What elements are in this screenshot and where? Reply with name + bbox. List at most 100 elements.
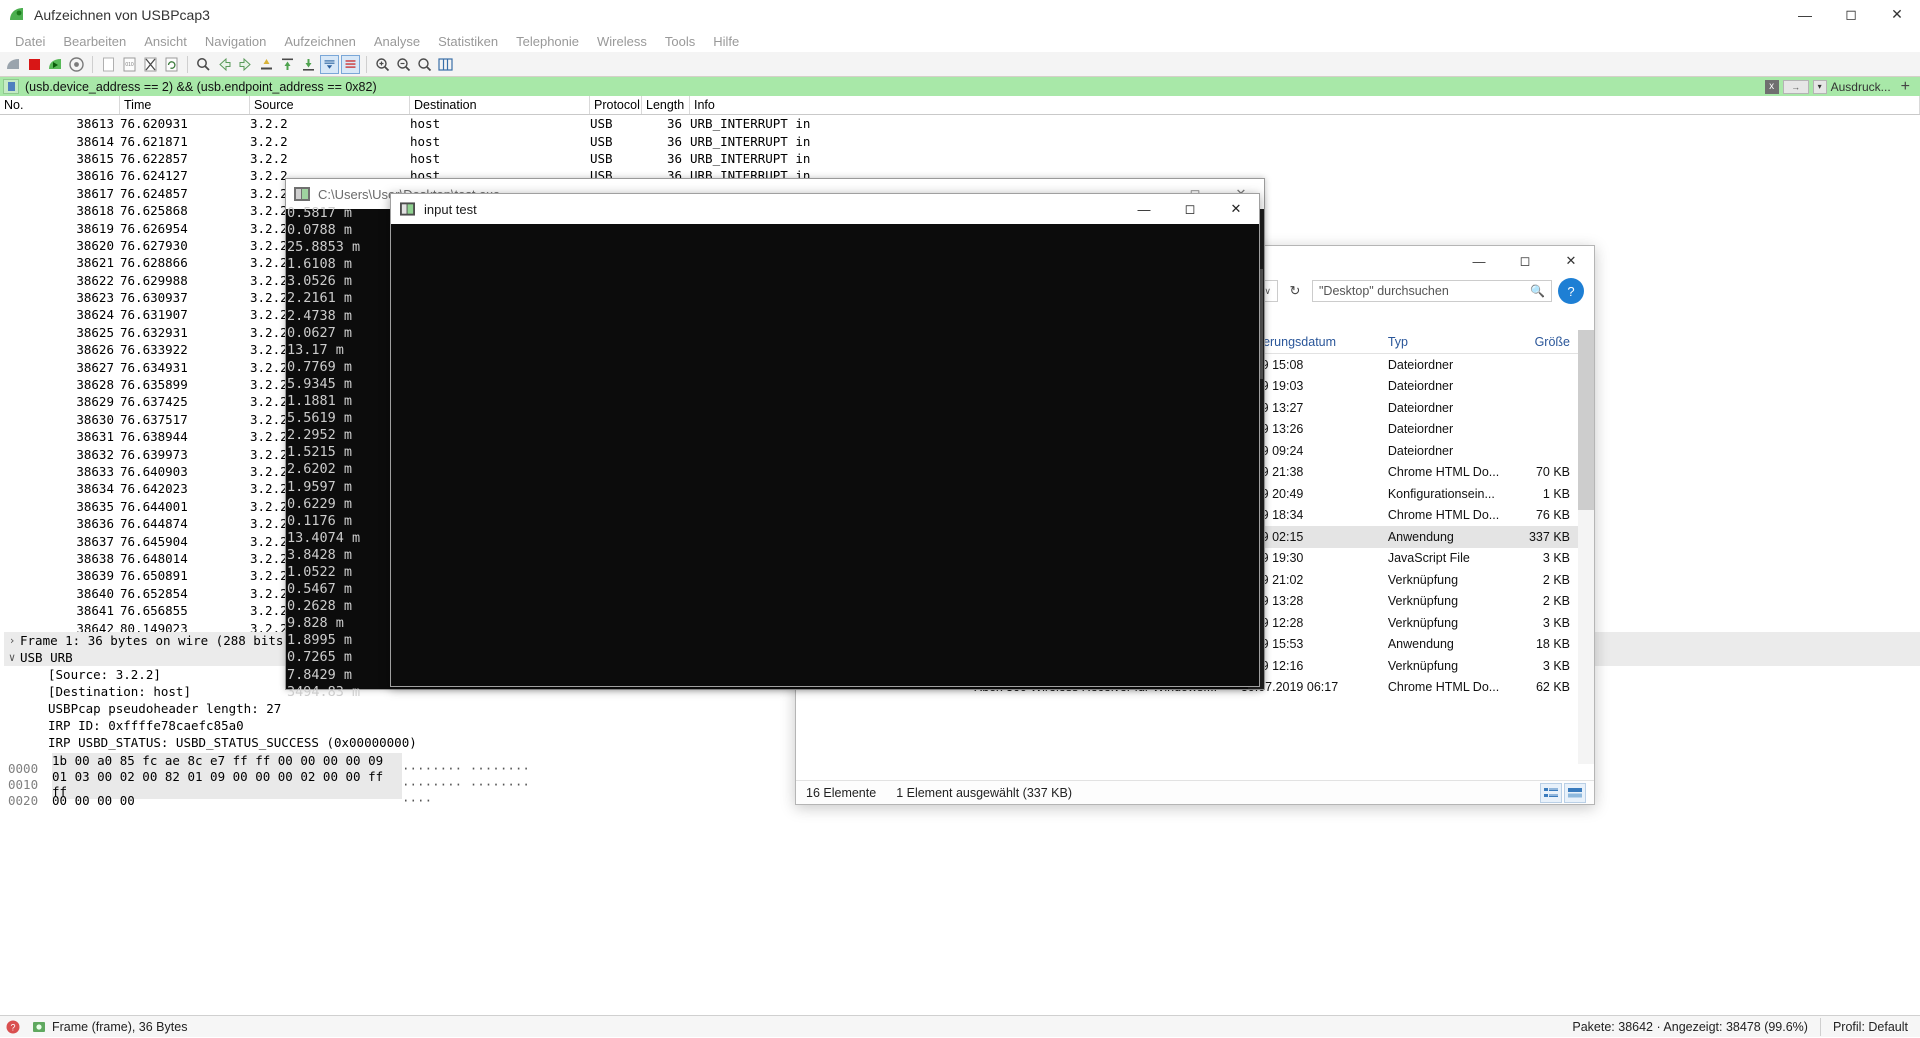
hex-ascii: ···· bbox=[402, 793, 432, 808]
maximize-button[interactable]: ◻ bbox=[1828, 0, 1874, 30]
column-header-size[interactable]: Größe bbox=[1503, 335, 1578, 349]
explorer-close-button[interactable]: ✕ bbox=[1548, 246, 1594, 276]
packet-cell-time: 76.632931 bbox=[120, 325, 250, 340]
chevron-down-icon[interactable]: ∨ bbox=[1264, 286, 1271, 297]
close-button[interactable]: ✕ bbox=[1874, 0, 1920, 30]
menu-statistiken[interactable]: Statistiken bbox=[429, 32, 507, 51]
large-icons-view-icon[interactable] bbox=[1564, 783, 1586, 803]
add-filter-button[interactable]: + bbox=[1895, 78, 1916, 96]
menu-aufzeichnen[interactable]: Aufzeichnen bbox=[275, 32, 365, 51]
console-front-minimize-button[interactable]: — bbox=[1121, 194, 1167, 224]
go-first-packet-icon[interactable] bbox=[278, 55, 297, 74]
menu-datei[interactable]: Datei bbox=[6, 32, 54, 51]
packet-cell-no: 38631 bbox=[0, 429, 120, 444]
column-header-length[interactable]: Length bbox=[642, 96, 690, 114]
close-file-icon[interactable] bbox=[141, 55, 160, 74]
display-filter-input[interactable]: (usb.device_address == 2) && (usb.endpoi… bbox=[22, 80, 1765, 94]
start-capture-icon[interactable] bbox=[4, 55, 23, 74]
refresh-icon[interactable]: ↻ bbox=[1284, 280, 1306, 302]
zoom-in-icon[interactable] bbox=[373, 55, 392, 74]
twisty-icon[interactable]: ∨ bbox=[4, 651, 20, 664]
console-line: 5.9345 m bbox=[287, 376, 407, 393]
column-header-source[interactable]: Source bbox=[250, 96, 410, 114]
console-line: 0.1176 m bbox=[287, 513, 407, 530]
explorer-scrollbar-thumb[interactable] bbox=[1578, 330, 1594, 510]
auto-scroll-icon[interactable] bbox=[320, 55, 339, 74]
column-header-type[interactable]: Typ bbox=[1380, 335, 1503, 349]
zoom-reset-icon[interactable] bbox=[415, 55, 434, 74]
open-file-icon[interactable] bbox=[99, 55, 118, 74]
capture-options-icon[interactable] bbox=[67, 55, 86, 74]
display-filter-bar[interactable]: (usb.device_address == 2) && (usb.endpoi… bbox=[0, 77, 1920, 96]
hex-ascii: ········ ········ bbox=[402, 761, 530, 776]
resize-columns-icon[interactable] bbox=[436, 55, 455, 74]
packet-row[interactable]: 3861576.6228573.2.2hostUSB36URB_INTERRUP… bbox=[0, 150, 1920, 167]
reload-file-icon[interactable] bbox=[162, 55, 181, 74]
explorer-search-placeholder: "Desktop" durchsuchen bbox=[1319, 284, 1449, 298]
packet-cell-time: 76.631907 bbox=[120, 307, 250, 322]
packet-cell-no: 38635 bbox=[0, 499, 120, 514]
minimize-button[interactable]: — bbox=[1782, 0, 1828, 30]
console-line: 1.1881 m bbox=[287, 393, 407, 410]
bookmark-icon[interactable] bbox=[3, 79, 19, 94]
menu-bearbeiten[interactable]: Bearbeiten bbox=[54, 32, 135, 51]
filter-dropdown-button[interactable]: ▾ bbox=[1813, 80, 1827, 94]
packet-cell-time: 76.624857 bbox=[120, 186, 250, 201]
explorer-scrollbar[interactable] bbox=[1578, 330, 1594, 764]
detail-label: IRP USBD_STATUS: USBD_STATUS_SUCCESS (0x… bbox=[20, 735, 417, 750]
explorer-cell-type: Dateiordner bbox=[1380, 379, 1503, 393]
packet-cell-no: 38617 bbox=[0, 186, 120, 201]
console-line: 1.9597 m bbox=[287, 479, 407, 496]
menu-ansicht[interactable]: Ansicht bbox=[135, 32, 196, 51]
packet-cell-time: 76.634931 bbox=[120, 360, 250, 375]
go-back-icon[interactable] bbox=[215, 55, 234, 74]
colorize-icon[interactable] bbox=[341, 55, 360, 74]
packet-cell-src: 3.2.2 bbox=[250, 116, 410, 131]
packet-cell-no: 38615 bbox=[0, 151, 120, 166]
go-last-packet-icon[interactable] bbox=[299, 55, 318, 74]
filter-expression-button[interactable]: Ausdruck... bbox=[1831, 80, 1891, 94]
statusbar-profile-text[interactable]: Profil: Default bbox=[1821, 1020, 1920, 1034]
packet-cell-no: 38618 bbox=[0, 203, 120, 218]
search-icon[interactable]: 🔍 bbox=[1530, 284, 1545, 298]
packet-cell-no: 38621 bbox=[0, 255, 120, 270]
packet-cell-time: 76.650891 bbox=[120, 568, 250, 583]
restart-capture-icon[interactable] bbox=[46, 55, 65, 74]
find-packet-icon[interactable] bbox=[194, 55, 213, 74]
packet-cell-len: 36 bbox=[642, 134, 690, 149]
explorer-minimize-button[interactable]: — bbox=[1456, 246, 1502, 276]
menu-navigation[interactable]: Navigation bbox=[196, 32, 275, 51]
wireshark-logo-icon bbox=[8, 6, 26, 24]
clear-filter-button[interactable]: x bbox=[1765, 80, 1779, 94]
menu-wireless[interactable]: Wireless bbox=[588, 32, 656, 51]
column-header-info[interactable]: Info bbox=[690, 96, 1920, 114]
twisty-icon[interactable]: › bbox=[4, 634, 20, 647]
capture-file-icon[interactable] bbox=[31, 1019, 47, 1035]
save-file-icon[interactable]: 010 bbox=[120, 55, 139, 74]
hex-bytes: 00 00 00 00 bbox=[52, 793, 402, 808]
column-header-destination[interactable]: Destination bbox=[410, 96, 590, 114]
explorer-cell-size: 3 KB bbox=[1503, 659, 1578, 673]
stop-capture-icon[interactable] bbox=[25, 55, 44, 74]
column-header-time[interactable]: Time bbox=[120, 96, 250, 114]
help-icon[interactable]: ? bbox=[5, 1019, 21, 1035]
console-front-maximize-button[interactable]: ◻ bbox=[1167, 194, 1213, 224]
menu-analyse[interactable]: Analyse bbox=[365, 32, 429, 51]
go-to-packet-icon[interactable] bbox=[257, 55, 276, 74]
details-view-icon[interactable] bbox=[1540, 783, 1562, 803]
packet-row[interactable]: 3861476.6218713.2.2hostUSB36URB_INTERRUP… bbox=[0, 132, 1920, 149]
explorer-search-input[interactable]: "Desktop" durchsuchen 🔍 bbox=[1312, 280, 1552, 302]
console-front-close-button[interactable]: ✕ bbox=[1213, 194, 1259, 224]
zoom-out-icon[interactable] bbox=[394, 55, 413, 74]
packet-cell-no: 38626 bbox=[0, 342, 120, 357]
go-forward-icon[interactable] bbox=[236, 55, 255, 74]
explorer-maximize-button[interactable]: ◻ bbox=[1502, 246, 1548, 276]
menu-telephonie[interactable]: Telephonie bbox=[507, 32, 588, 51]
packet-row[interactable]: 3861376.6209313.2.2hostUSB36URB_INTERRUP… bbox=[0, 115, 1920, 132]
help-icon[interactable]: ? bbox=[1558, 278, 1584, 304]
menu-hilfe[interactable]: Hilfe bbox=[704, 32, 748, 51]
column-header-protocol[interactable]: Protocol bbox=[590, 96, 642, 114]
apply-filter-button[interactable]: → bbox=[1783, 80, 1809, 94]
menu-tools[interactable]: Tools bbox=[656, 32, 704, 51]
column-header-no[interactable]: No. bbox=[0, 96, 120, 114]
